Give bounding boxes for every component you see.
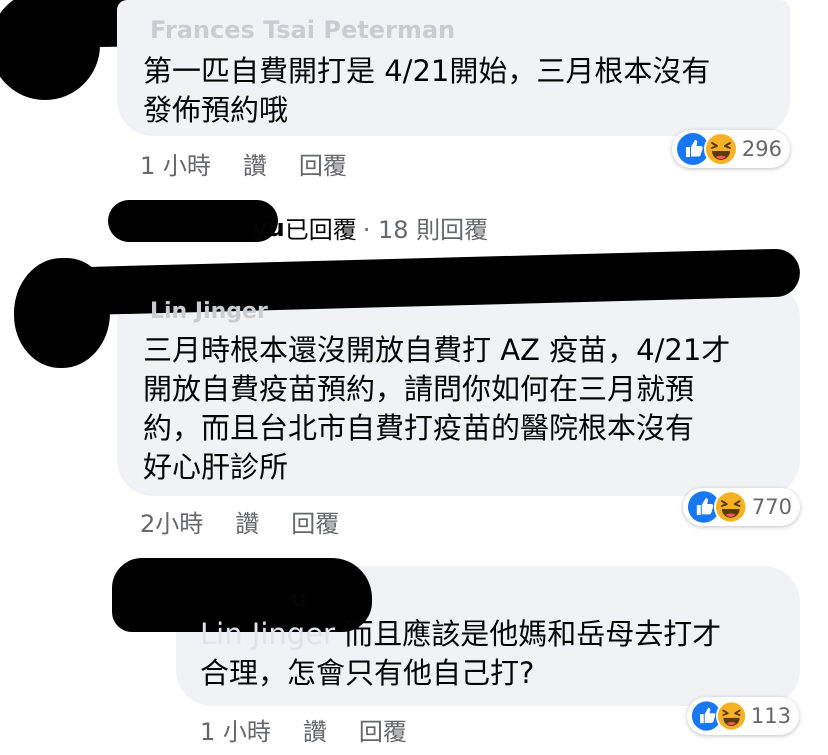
redaction-reply-author-2 [240,565,322,605]
comment-time-2[interactable]: 2小時 [140,504,203,539]
like-button-1[interactable]: 讚 [243,146,267,181]
replied-label: 已回覆 [284,216,357,244]
comment-text-2: 三月時根本還沒開放自費打 AZ 疫苗，4/21才 開放自費疫苗預約，請問你如何在… [143,333,731,484]
like-button-2[interactable]: 讚 [235,504,259,539]
reply-button-1[interactable]: 回覆 [299,146,347,181]
reaction-count-3: 113 [750,704,791,728]
reply-author[interactable]: u [290,584,307,612]
reply-button-2[interactable]: 回覆 [291,504,339,539]
comment-actions-2: 2小時 讚 回覆 [140,504,339,539]
reply-mention[interactable]: Lin Jinger [200,617,335,651]
comment-text-1: 第一匹自費開打是 4/21開始，三月根本沒有 發佈預約哦 [143,54,711,127]
reply-actions: 1 小時 讚 回覆 [200,712,407,747]
reaction-summary-1[interactable]: 296 [672,130,790,168]
reaction-summary-3[interactable]: 113 [687,697,799,735]
reply-like-button[interactable]: 讚 [303,712,327,747]
comment-author-2[interactable]: Lin Jinger [150,299,268,324]
reply-text: Lin Jinger 而且應該是他媽和岳母去打才 合理，怎會只有他自己打? [200,615,790,693]
comment-actions-1: 1 小時 讚 回覆 [140,146,347,181]
replier-name: yu [252,213,285,242]
haha-reaction-icon [714,490,748,524]
comment-time-1[interactable]: 1 小時 [140,146,211,181]
haha-reaction-icon [703,132,738,166]
comment-author-1[interactable]: Frances Tsai Peterman [150,16,455,44]
view-replies-link[interactable]: yu 已回覆 · 18 則回覆 [252,210,488,245]
reaction-summary-2[interactable]: 770 [683,488,800,526]
reaction-count-2: 770 [751,495,792,519]
reaction-count-1: 296 [741,137,782,161]
haha-reaction-icon [715,700,747,732]
reply-reply-button[interactable]: 回覆 [359,712,407,747]
reply-time[interactable]: 1 小時 [200,712,271,747]
reply-count: · 18 則回覆 [362,216,489,244]
